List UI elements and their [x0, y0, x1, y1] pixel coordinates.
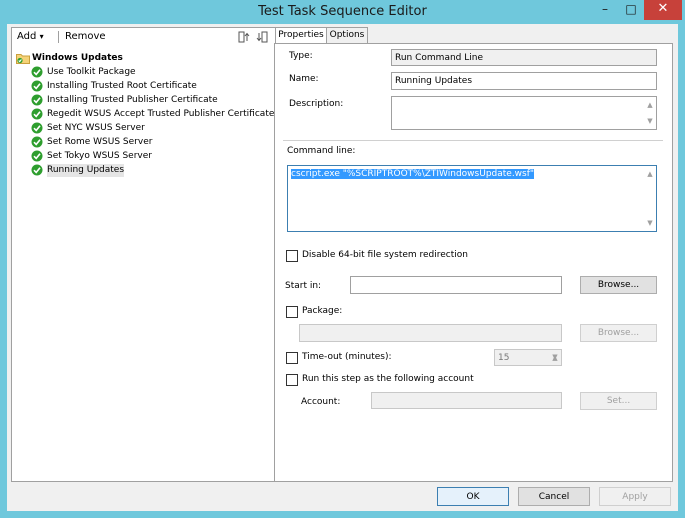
run-as-label: Run this step as the following account — [302, 374, 474, 384]
type-field: Run Command Line — [391, 49, 657, 66]
task-sequence-pane: Add ▾ Remove Windows Updates Use Toolkit… — [11, 27, 276, 482]
tab-properties[interactable]: Properties — [275, 27, 327, 44]
scroll-down-icon[interactable]: ▼ — [646, 115, 654, 127]
tree-item-label: Running Updates — [47, 164, 125, 177]
name-field[interactable]: Running Updates — [391, 72, 657, 90]
move-up-icon[interactable] — [238, 31, 250, 43]
account-label: Account: — [301, 397, 341, 407]
check-icon — [31, 136, 43, 148]
check-icon — [31, 94, 43, 106]
check-icon — [31, 108, 43, 120]
tree-item-label: Set Tokyo WSUS Server — [47, 151, 152, 161]
set-account-button: Set... — [580, 392, 657, 410]
tree-root-label: Windows Updates — [32, 53, 123, 63]
cancel-button[interactable]: Cancel — [518, 487, 590, 506]
description-label: Description: — [289, 99, 344, 109]
properties-panel: Type: Run Command Line Name: Running Upd… — [274, 43, 673, 482]
command-line-field[interactable]: cscript.exe "%SCRIPTROOT%\ZTIWindowsUpda… — [287, 165, 657, 232]
tree-item-label: Set NYC WSUS Server — [47, 123, 145, 133]
timeout-stepper: 15 ▲ ▼ — [494, 349, 562, 366]
package-field — [299, 324, 562, 342]
account-field — [371, 392, 562, 409]
check-icon — [31, 66, 43, 78]
package-browse-button: Browse... — [580, 324, 657, 342]
folder-icon — [16, 54, 30, 64]
type-label: Type: — [289, 51, 313, 61]
timeout-checkbox[interactable] — [286, 352, 298, 364]
move-down-icon[interactable] — [256, 31, 268, 43]
package-checkbox[interactable] — [286, 306, 298, 318]
remove-button[interactable]: Remove — [65, 31, 106, 42]
description-scrollbar[interactable]: ▲ ▼ — [644, 97, 656, 129]
toolbar-separator — [58, 31, 59, 43]
add-menu-button[interactable]: Add ▾ — [17, 31, 44, 42]
check-icon — [31, 80, 43, 92]
check-icon — [31, 164, 43, 176]
tree-item-label: Installing Trusted Publisher Certificate — [47, 95, 218, 105]
check-icon — [31, 122, 43, 134]
tab-options[interactable]: Options — [326, 27, 368, 43]
close-button[interactable]: ✕ — [644, 0, 682, 20]
maximize-button[interactable]: □ — [618, 0, 644, 20]
client-area: Add ▾ Remove Windows Updates Use Toolkit… — [7, 24, 678, 511]
section-divider — [283, 140, 663, 141]
tree-item-label: Installing Trusted Root Certificate — [47, 81, 197, 91]
timeout-spin-buttons: ▲ ▼ — [549, 350, 561, 365]
tree-item-label: Set Rome WSUS Server — [47, 137, 153, 147]
start-in-label: Start in: — [285, 281, 322, 291]
command-line-label: Command line: — [287, 146, 356, 156]
tree-item-label: Regedit WSUS Accept Trusted Publisher Ce… — [47, 109, 275, 119]
window-title: Test Task Sequence Editor — [258, 4, 427, 19]
start-in-field[interactable] — [350, 276, 562, 294]
name-label: Name: — [289, 74, 319, 84]
apply-button: Apply — [599, 487, 671, 506]
scroll-up-icon[interactable]: ▲ — [646, 99, 654, 111]
tree-toolbar: Add ▾ Remove — [12, 28, 275, 46]
description-field[interactable]: ▲ ▼ — [391, 96, 657, 130]
ok-button[interactable]: OK — [437, 487, 509, 506]
spin-down-icon: ▼ — [552, 353, 558, 361]
timeout-value: 15 — [498, 353, 510, 363]
command-line-text: cscript.exe "%SCRIPTROOT%\ZTIWindowsUpda… — [291, 169, 535, 179]
disable-64bit-label: Disable 64-bit file system redirection — [302, 250, 468, 260]
title-bar[interactable]: Test Task Sequence Editor – □ ✕ — [0, 0, 685, 24]
chevron-down-icon: ▾ — [39, 32, 44, 41]
scroll-up-icon[interactable]: ▲ — [646, 168, 654, 180]
scroll-down-icon[interactable]: ▼ — [646, 217, 654, 229]
start-in-browse-button[interactable]: Browse... — [580, 276, 657, 294]
app-window: Test Task Sequence Editor – □ ✕ Add ▾ Re… — [0, 0, 685, 518]
tree-item-label: Use Toolkit Package — [47, 67, 136, 77]
check-icon — [31, 150, 43, 162]
add-label: Add — [17, 31, 37, 42]
disable-64bit-checkbox[interactable] — [286, 250, 298, 262]
package-label: Package: — [302, 306, 343, 316]
command-line-scrollbar[interactable]: ▲ ▼ — [644, 166, 656, 231]
run-as-checkbox[interactable] — [286, 374, 298, 386]
minimize-button[interactable]: – — [592, 0, 618, 20]
timeout-label: Time-out (minutes): — [302, 352, 392, 362]
